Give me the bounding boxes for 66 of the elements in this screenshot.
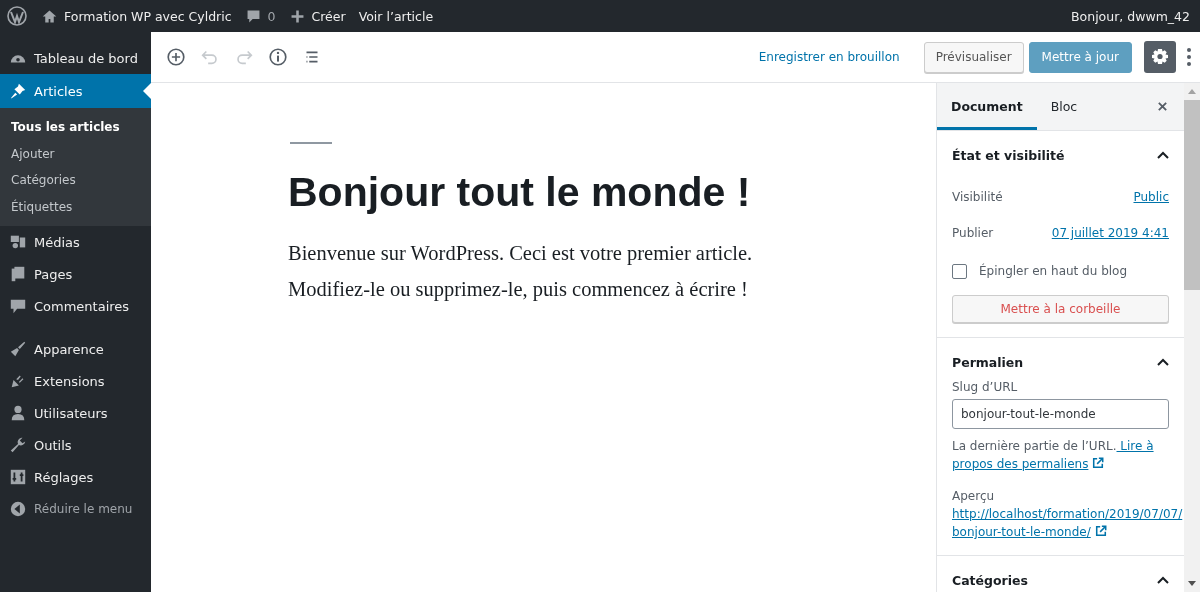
preview-url-link[interactable]: bonjour-tout-le-monde/ (952, 525, 1091, 539)
menu-item[interactable]: Outils (0, 429, 151, 461)
greeting-link[interactable]: Bonjour, dwwm_42 (1071, 8, 1190, 24)
site-title-link[interactable]: Formation WP avec Cyldric (64, 8, 232, 24)
view-post-link[interactable]: Voir l’article (358, 8, 434, 24)
section-title[interactable]: Permalien (952, 354, 1024, 370)
info-icon[interactable] (267, 46, 289, 68)
sticky-label[interactable]: Épingler en haut du blog (979, 264, 1128, 278)
menu-item[interactable]: Réglages (0, 461, 151, 493)
external-link-icon (1094, 525, 1107, 537)
submenu-item[interactable]: Tous les articles (0, 114, 151, 141)
comment-count[interactable]: 0 (267, 8, 276, 24)
slug-label: Slug d’URL (952, 380, 1019, 394)
permalinks-help-link[interactable]: propos des permaliens (952, 457, 1089, 471)
preview-button[interactable]: Prévisualiser (923, 41, 1024, 73)
panel-tab[interactable]: Bloc (1036, 86, 1092, 130)
publish-label: Publier (952, 226, 994, 240)
pages-icon (9, 265, 27, 283)
settings-button[interactable] (1144, 41, 1176, 73)
menu-item[interactable]: Apparence (0, 333, 151, 365)
add-block-icon[interactable] (165, 46, 187, 68)
save-draft-button[interactable]: Enregistrer en brouillon (758, 50, 900, 64)
gear-icon (1150, 47, 1170, 67)
wordpress-logo-icon[interactable] (7, 6, 27, 26)
more-options-icon[interactable] (1186, 46, 1192, 68)
trash-button[interactable]: Mettre à la corbeille (952, 295, 1169, 323)
chevron-icon[interactable] (1157, 358, 1169, 366)
post-title[interactable]: Bonjour tout le monde ! (288, 168, 936, 218)
publish-date-link[interactable]: 07 juillet 2019 4:41 (1051, 226, 1169, 240)
person-icon (9, 404, 27, 422)
menu-item[interactable]: Pages (0, 258, 151, 290)
speech-bubble-icon (9, 297, 27, 315)
scroll-down-arrow-icon[interactable] (1188, 581, 1196, 586)
submenu-item[interactable]: Étiquettes (0, 193, 151, 220)
new-link[interactable]: Créer (311, 8, 346, 24)
menu-item[interactable]: Utilisateurs (0, 397, 151, 429)
close-icon[interactable] (1157, 101, 1168, 112)
section-title[interactable]: Catégories (952, 572, 1028, 588)
visibility-label: Visibilité (952, 190, 1003, 204)
chevron-icon[interactable] (1157, 576, 1169, 584)
visibility-link[interactable]: Public (1133, 190, 1169, 204)
sliders-icon (9, 468, 27, 486)
scrollbar[interactable] (1184, 83, 1200, 592)
submenu-item[interactable]: Catégories (0, 167, 151, 194)
brush-icon (9, 340, 27, 358)
panel-tab[interactable]: Document (937, 86, 1037, 130)
permalinks-help-link[interactable]: Lire à (1116, 439, 1154, 453)
menu-item[interactable]: Médias (0, 226, 151, 258)
menu-item[interactable]: Commentaires (0, 290, 151, 322)
collapse-menu-button[interactable]: Réduire le menu (0, 493, 151, 525)
submenu-item[interactable]: Ajouter (0, 140, 151, 167)
wrench-icon (9, 436, 27, 454)
pin-icon (9, 82, 27, 100)
help-text: La dernière partie de l’URL. (952, 439, 1117, 453)
post-paragraph[interactable]: Bienvenue sur WordPress. Ceci est votre premier article. Modifiez-le ou supprimez-le, puis commencez à écrire ! (288, 235, 768, 308)
menu-item[interactable]: Extensions (0, 365, 151, 397)
left-arrow-circle-icon (9, 500, 27, 518)
menu-item[interactable]: Tableau de bord (0, 42, 151, 74)
chevron-icon[interactable] (1157, 151, 1169, 159)
checkbox[interactable] (952, 263, 967, 279)
slug-input-field[interactable]: bonjour-tout-le-monde (952, 399, 1169, 429)
preview-label: Aperçu (952, 488, 996, 505)
menu-item[interactable]: Articles (0, 74, 151, 108)
section-title[interactable]: État et visibilité (952, 147, 1065, 163)
preview-url-link[interactable]: http://localhost/formation/2019/07/07/ (952, 507, 1183, 521)
external-link-icon (1092, 457, 1105, 469)
